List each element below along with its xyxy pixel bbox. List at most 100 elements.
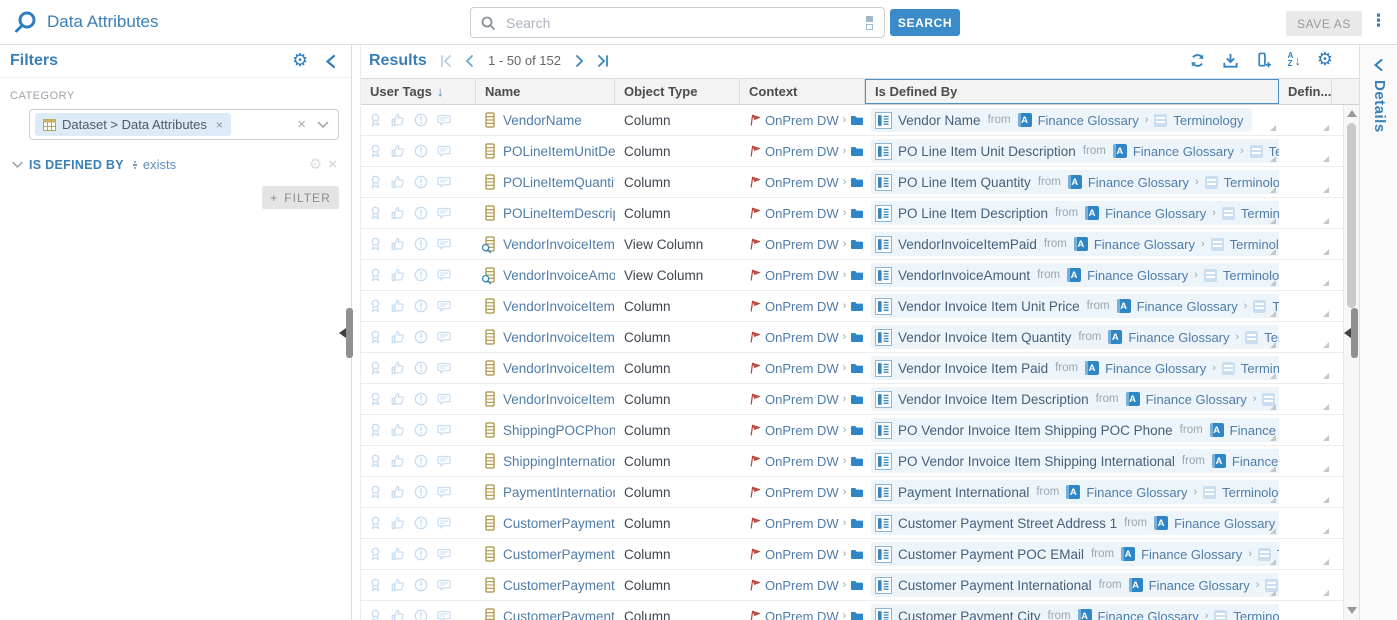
first-page-icon[interactable]: [439, 54, 453, 68]
term-chip[interactable]: PO Vendor Invoice Item Shipping Internat…: [871, 449, 1279, 473]
context-source-link[interactable]: OnPrem DW: [765, 485, 839, 500]
term-chip[interactable]: Customer Payment City from A Finance Glo…: [871, 604, 1279, 620]
term-chip[interactable]: PO Line Item Unit Description from A Fin…: [871, 139, 1279, 163]
alert-icon[interactable]: [414, 454, 428, 468]
glossary-section-link[interactable]: Terminology: [1233, 609, 1279, 620]
term-chip[interactable]: Vendor Invoice Item Paid from A Finance …: [871, 356, 1279, 380]
context-source-link[interactable]: OnPrem DW: [765, 361, 839, 376]
select-clear-icon[interactable]: ×: [297, 117, 306, 132]
download-icon[interactable]: [1222, 52, 1239, 69]
cell-resize-gripper[interactable]: [1270, 156, 1276, 162]
term-name-link[interactable]: VendorInvoiceAmount: [898, 268, 1030, 283]
cell-resize-gripper[interactable]: [1270, 125, 1276, 131]
cell-resize-gripper[interactable]: [1323, 559, 1329, 565]
column-header-name[interactable]: Name: [476, 79, 615, 104]
term-chip[interactable]: Vendor Invoice Item Unit Price from A Fi…: [871, 294, 1279, 318]
term-name-link[interactable]: PO Line Item Quantity: [898, 175, 1031, 190]
alert-icon[interactable]: [414, 299, 428, 313]
filter-value[interactable]: exists: [143, 157, 176, 172]
cell-resize-gripper[interactable]: [1323, 218, 1329, 224]
object-name-link[interactable]: CustomerPaymentPO...: [503, 547, 615, 562]
comment-icon[interactable]: [437, 362, 451, 375]
cell-resize-gripper[interactable]: [1270, 280, 1276, 286]
object-name-link[interactable]: POLineItemUnitDesc...: [503, 144, 615, 159]
thumbs-up-icon[interactable]: [391, 330, 405, 344]
filter-settings-gear-icon[interactable]: ⚙: [309, 155, 322, 173]
alert-icon[interactable]: [414, 144, 428, 158]
context-source-link[interactable]: OnPrem DW: [765, 330, 839, 345]
cell-resize-gripper[interactable]: [1270, 373, 1276, 379]
term-name-link[interactable]: PO Line Item Unit Description: [898, 144, 1076, 159]
term-chip[interactable]: Customer Payment Street Address 1 from A…: [871, 511, 1279, 535]
thumbs-up-icon[interactable]: [391, 516, 405, 530]
cell-resize-gripper[interactable]: [1323, 280, 1329, 286]
glossary-link[interactable]: Finance Glossary: [1094, 237, 1195, 252]
cell-resize-gripper[interactable]: [1270, 497, 1276, 503]
thumbs-up-icon[interactable]: [391, 175, 405, 189]
object-name-link[interactable]: VendorInvoiceItemPaid: [503, 361, 615, 376]
column-header-object-type[interactable]: Object Type: [615, 79, 740, 104]
award-icon[interactable]: [369, 299, 382, 313]
term-name-link[interactable]: VendorInvoiceItemPaid: [898, 237, 1037, 252]
filter-remove-icon[interactable]: ×: [328, 156, 337, 173]
glossary-link[interactable]: Finance Glossary: [1137, 299, 1238, 314]
column-header-context[interactable]: Context: [740, 79, 865, 104]
alert-icon[interactable]: [414, 330, 428, 344]
term-chip[interactable]: Customer Payment International from A Fi…: [871, 573, 1279, 597]
context-source-link[interactable]: OnPrem DW: [765, 268, 839, 283]
glossary-link[interactable]: Finance Glossary: [1141, 547, 1242, 562]
term-name-link[interactable]: Customer Payment POC EMail: [898, 547, 1084, 562]
comment-icon[interactable]: [437, 145, 451, 158]
object-name-link[interactable]: CustomerPaymentInt...: [503, 578, 615, 593]
alert-icon[interactable]: [414, 175, 428, 189]
cell-resize-gripper[interactable]: [1323, 187, 1329, 193]
context-source-link[interactable]: OnPrem DW: [765, 454, 839, 469]
filters-splitter-collapse-icon[interactable]: [339, 328, 346, 338]
details-splitter-handle[interactable]: [1351, 308, 1358, 358]
alert-icon[interactable]: [414, 516, 428, 530]
comment-icon[interactable]: [437, 207, 451, 220]
term-chip[interactable]: PO Vendor Invoice Item Shipping POC Phon…: [871, 418, 1279, 442]
award-icon[interactable]: [369, 454, 382, 468]
context-source-link[interactable]: OnPrem DW: [765, 578, 839, 593]
cell-resize-gripper[interactable]: [1270, 218, 1276, 224]
alert-icon[interactable]: [414, 237, 428, 251]
glossary-link[interactable]: Finance Glossary: [1098, 609, 1199, 620]
term-name-link[interactable]: Vendor Invoice Item Paid: [898, 361, 1048, 376]
cell-resize-gripper[interactable]: [1323, 497, 1329, 503]
overflow-menu-icon[interactable]: ⋮: [1370, 11, 1387, 31]
results-scrollbar[interactable]: [1343, 105, 1359, 620]
alert-icon[interactable]: [414, 361, 428, 375]
term-chip[interactable]: Vendor Name from A Finance Glossary › Te…: [871, 108, 1252, 132]
filters-collapse-chevron-icon[interactable]: [324, 54, 337, 69]
award-icon[interactable]: [369, 113, 382, 127]
award-icon[interactable]: [369, 144, 382, 158]
cell-resize-gripper[interactable]: [1323, 342, 1329, 348]
comment-icon[interactable]: [437, 238, 451, 251]
award-icon[interactable]: [369, 423, 382, 437]
award-icon[interactable]: [369, 578, 382, 592]
alert-icon[interactable]: [414, 113, 428, 127]
filter-operator-icon[interactable]: [133, 161, 137, 169]
search-input[interactable]: [504, 14, 864, 32]
thumbs-up-icon[interactable]: [391, 423, 405, 437]
glossary-link[interactable]: Finance Glossary: [1088, 175, 1189, 190]
thumbs-up-icon[interactable]: [391, 547, 405, 561]
comment-icon[interactable]: [437, 269, 451, 282]
filters-settings-gear-icon[interactable]: ⚙: [292, 50, 308, 71]
context-source-link[interactable]: OnPrem DW: [765, 609, 839, 620]
comment-icon[interactable]: [437, 486, 451, 499]
cell-resize-gripper[interactable]: [1270, 435, 1276, 441]
term-chip[interactable]: Payment International from A Finance Glo…: [871, 480, 1279, 504]
thumbs-up-icon[interactable]: [391, 237, 405, 251]
alert-icon[interactable]: [414, 609, 428, 620]
award-icon[interactable]: [369, 330, 382, 344]
thumbs-up-icon[interactable]: [391, 485, 405, 499]
column-header-is-defined-by[interactable]: Is Defined By: [865, 79, 1279, 104]
object-name-link[interactable]: CustomerPaymentStr...: [503, 516, 615, 531]
next-page-icon[interactable]: [575, 54, 585, 68]
thumbs-up-icon[interactable]: [391, 578, 405, 592]
context-source-link[interactable]: OnPrem DW: [765, 206, 839, 221]
cell-resize-gripper[interactable]: [1270, 590, 1276, 596]
glossary-link[interactable]: Finance Glossary: [1105, 206, 1206, 221]
